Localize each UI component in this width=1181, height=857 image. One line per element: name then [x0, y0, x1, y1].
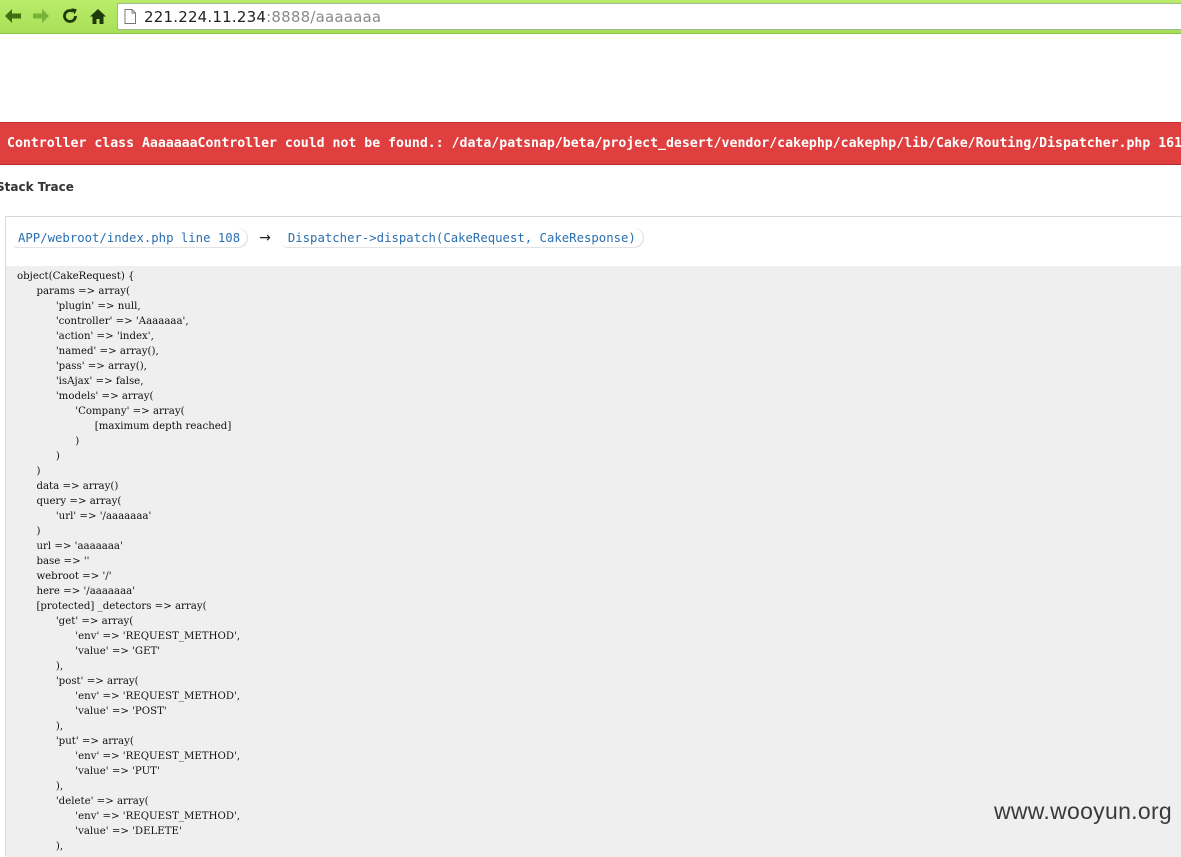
dump-line: ) — [17, 436, 80, 447]
back-button[interactable] — [1, 4, 25, 28]
dump-line: object(CakeRequest) { — [17, 271, 135, 282]
dump-line: 'models' => array( — [17, 391, 154, 402]
back-arrow-icon — [5, 9, 21, 23]
dump-line: 'action' => 'index', — [17, 331, 154, 342]
dump-line: 'plugin' => null, — [17, 301, 141, 312]
dump-line: 'env' => 'REQUEST_METHOD', — [17, 811, 241, 822]
error-banner: Controller class AaaaaaaController could… — [0, 122, 1181, 165]
stack-frames: APP/webroot/index.php line 108 → Dispatc… — [13, 228, 643, 248]
dump-line: base => '' — [17, 556, 90, 567]
dump-line: 'controller' => 'Aaaaaaa', — [17, 316, 189, 327]
forward-arrow-icon — [33, 9, 49, 23]
dump-line: params => array( — [17, 286, 131, 297]
home-icon — [90, 8, 106, 24]
dump-line: 'isAjax' => false, — [17, 376, 144, 387]
dump-line: ) — [17, 466, 41, 477]
dump-line: ), — [17, 721, 64, 732]
dump-line: [maximum depth reached] — [17, 421, 232, 432]
dump-line: [protected] _detectors => array( — [17, 601, 207, 612]
error-message: Controller class AaaaaaaController could… — [7, 136, 1181, 151]
dump-line: 'env' => 'REQUEST_METHOD', — [17, 691, 241, 702]
home-button[interactable] — [86, 4, 110, 28]
forward-button[interactable] — [29, 4, 53, 28]
dump-line: 'Company' => array( — [17, 406, 185, 417]
dump-line: data => array() — [17, 481, 119, 492]
reload-icon — [63, 8, 77, 23]
dump-line: ), — [17, 781, 64, 792]
dump-line: 'env' => 'REQUEST_METHOD', — [17, 751, 241, 762]
dump-line: 'url' => '/aaaaaaa' — [17, 511, 152, 522]
dump-code: object(CakeRequest) { params => array( '… — [6, 266, 1181, 854]
dump-line: 'put' => array( — [17, 736, 134, 747]
frame-arrow-icon: → — [259, 230, 271, 246]
dump-line: 'post' => array( — [17, 676, 139, 687]
dump-line: 'value' => 'PUT' — [17, 766, 160, 777]
stack-trace-panel: APP/webroot/index.php line 108 → Dispatc… — [5, 216, 1181, 857]
dump-line: ), — [17, 661, 64, 672]
variable-dump: object(CakeRequest) { params => array( '… — [6, 266, 1181, 857]
dump-line: 'named' => array(), — [17, 346, 159, 357]
dump-line: ) — [17, 526, 41, 537]
dump-line: 'pass' => array(), — [17, 361, 147, 372]
stack-frame-file[interactable]: APP/webroot/index.php line 108 — [13, 228, 248, 248]
dump-line: 'value' => 'DELETE' — [17, 826, 182, 837]
page-icon — [124, 9, 136, 24]
dump-line: 'delete' => array( — [17, 796, 149, 807]
dump-line: 'get' => array( — [17, 616, 134, 627]
dump-line: 'value' => 'POST' — [17, 706, 167, 717]
reload-button[interactable] — [58, 4, 82, 28]
dump-line: webroot => '/' — [17, 571, 112, 582]
dump-line: 'env' => 'REQUEST_METHOD', — [17, 631, 241, 642]
stack-frame-call[interactable]: Dispatcher->dispatch(CakeRequest, CakeRe… — [282, 228, 643, 248]
url-path: :8888/aaaaaaa — [266, 7, 382, 26]
stack-trace-heading: Stack Trace — [0, 180, 74, 194]
dump-line: here => '/aaaaaaa' — [17, 586, 136, 597]
address-bar[interactable]: 221.224.11.234:8888/aaaaaaa — [117, 3, 1181, 30]
url-host: 221.224.11.234 — [144, 7, 267, 26]
browser-toolbar: 221.224.11.234:8888/aaaaaaa — [0, 0, 1181, 34]
dump-line: ) — [17, 451, 60, 462]
dump-line: 'value' => 'GET' — [17, 646, 161, 657]
dump-line: ), — [17, 841, 64, 852]
dump-line: query => array( — [17, 496, 122, 507]
page-header-space — [0, 34, 1181, 122]
watermark: www.wooyun.org — [993, 798, 1172, 824]
dump-line: url => 'aaaaaaa' — [17, 541, 123, 552]
